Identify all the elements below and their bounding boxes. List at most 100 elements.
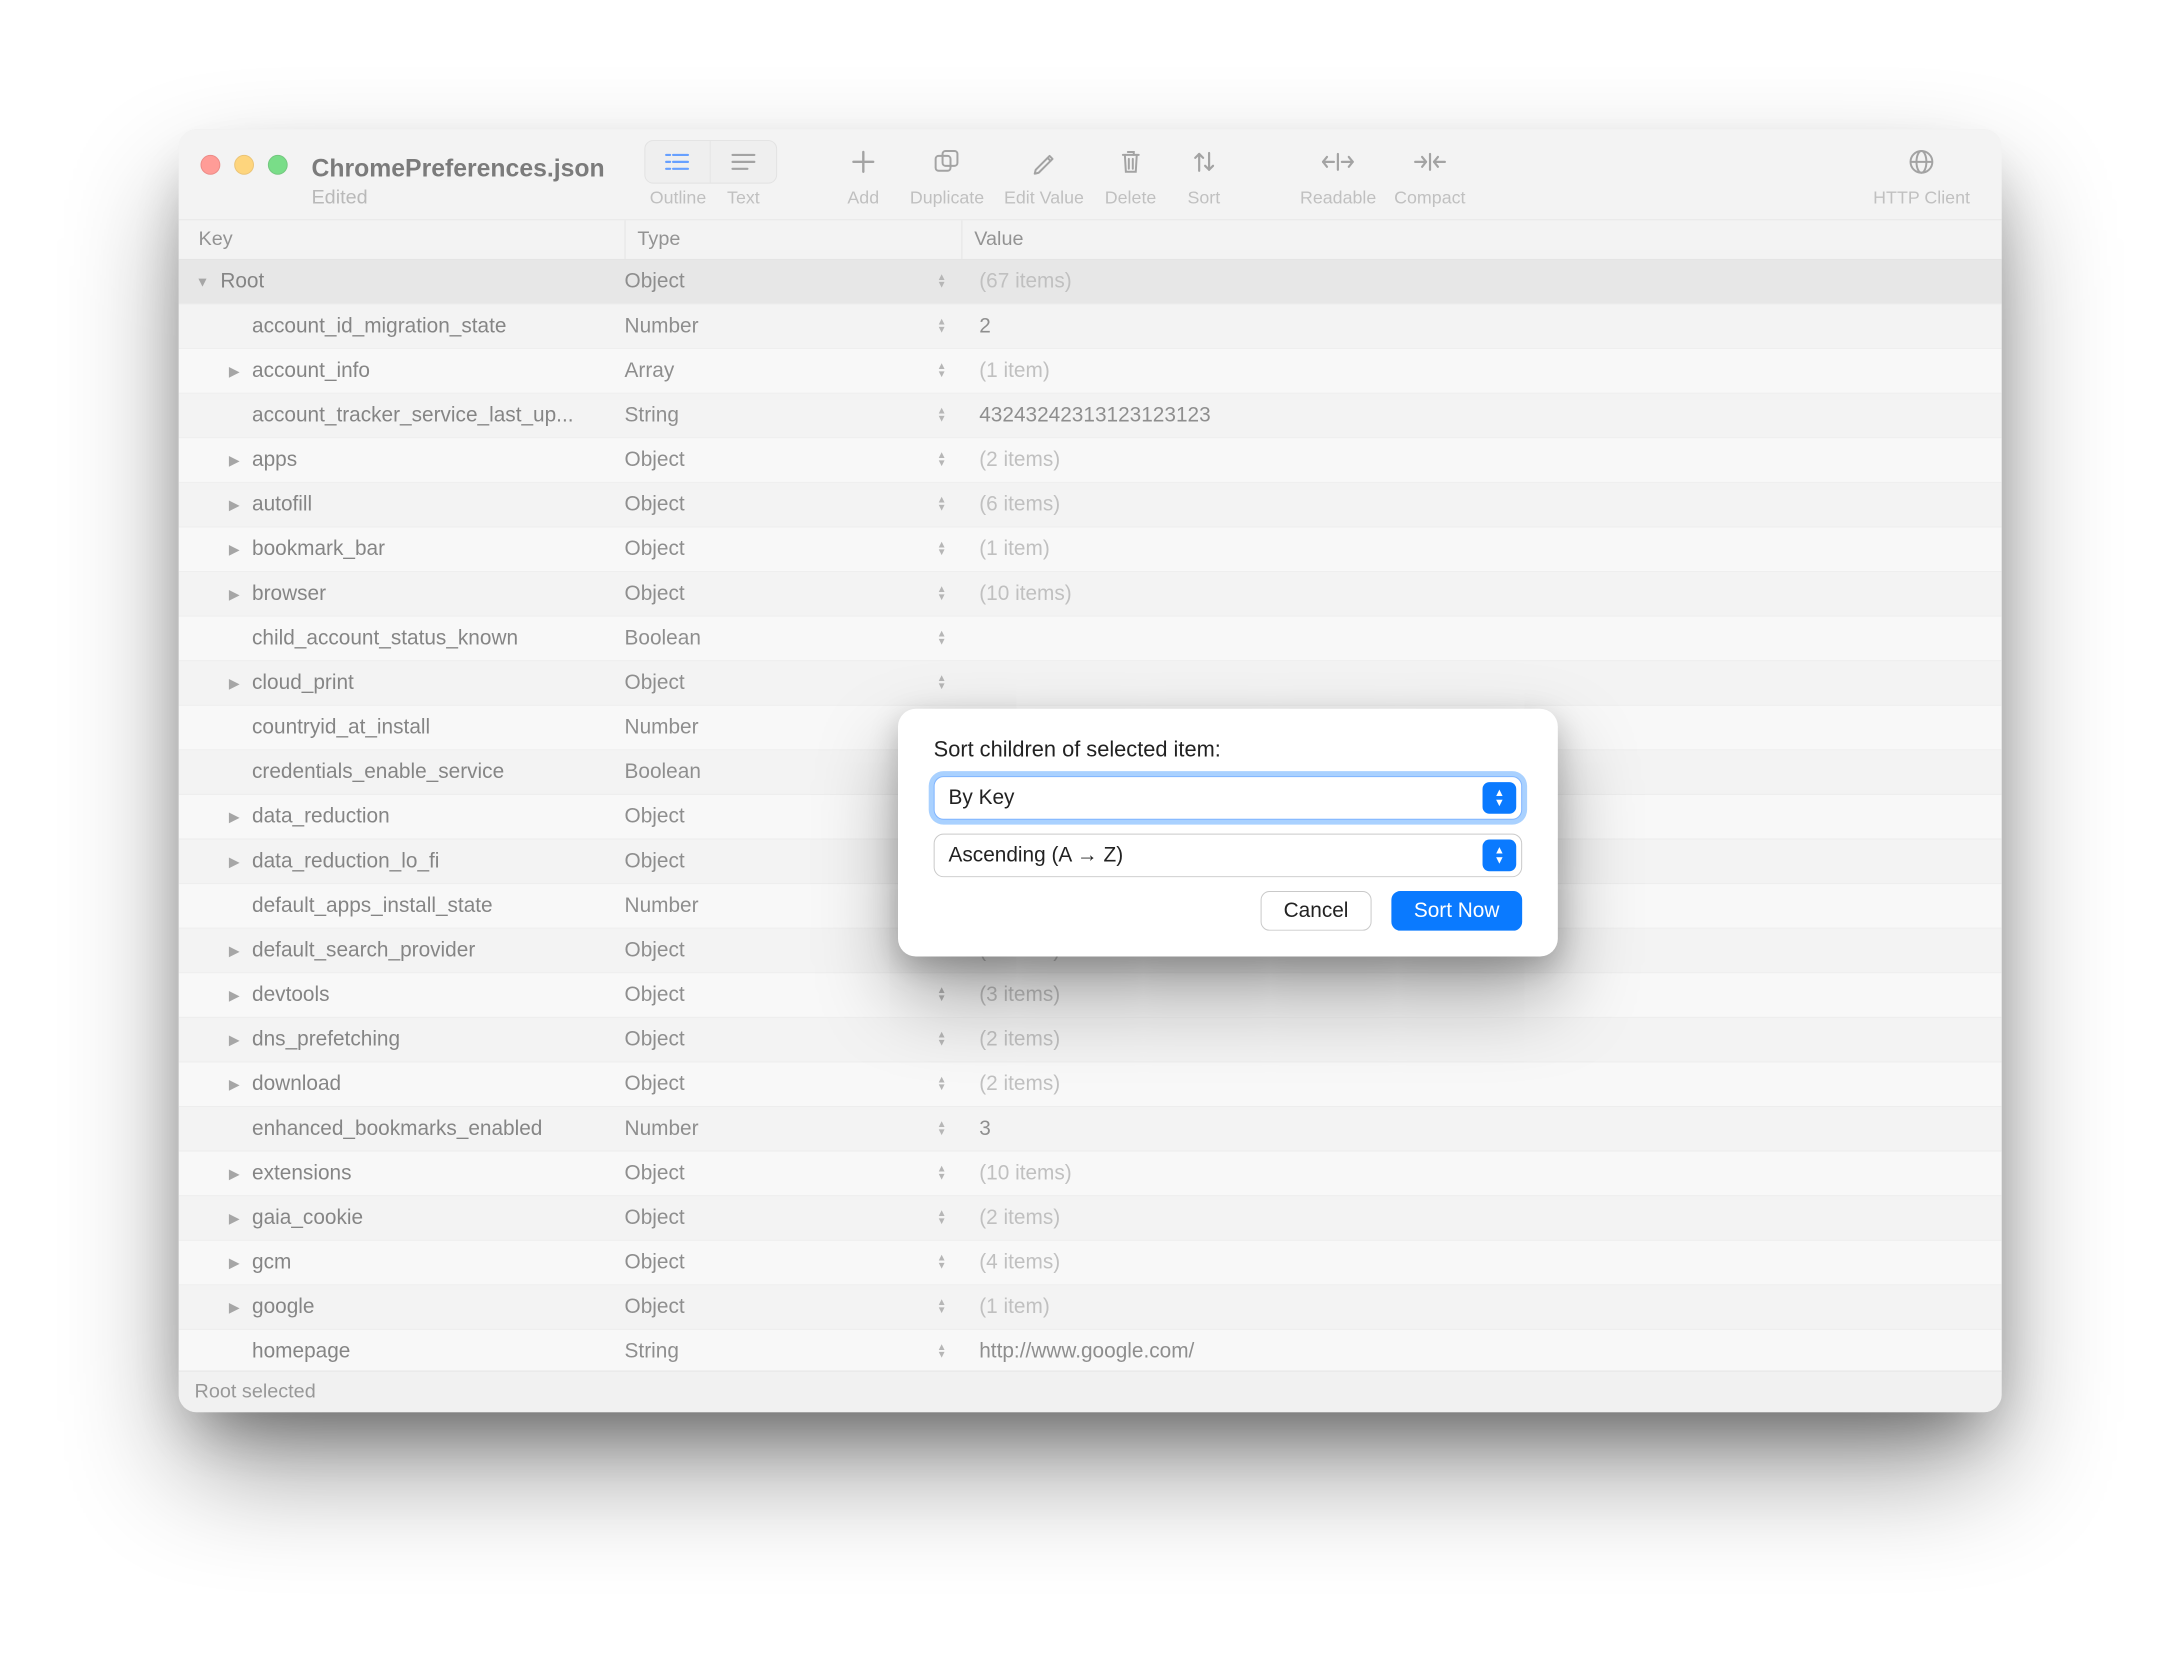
type-stepper-icon[interactable]: ▲▼ xyxy=(937,675,944,691)
chevron-right-icon[interactable]: ▶ xyxy=(222,853,246,870)
chevron-right-icon[interactable]: ▶ xyxy=(222,452,246,469)
http-client-button[interactable]: HTTP Client xyxy=(1873,140,1970,208)
plus-icon xyxy=(850,149,876,175)
table-row[interactable]: homepageString▲▼http://www.google.com/ xyxy=(179,1330,2002,1375)
row-type: Number xyxy=(625,1117,699,1141)
chevron-down-icon[interactable]: ▼ xyxy=(191,274,215,290)
delete-button[interactable]: Delete xyxy=(1104,140,1158,208)
type-stepper-icon[interactable]: ▲▼ xyxy=(937,1076,944,1092)
row-key: enhanced_bookmarks_enabled xyxy=(252,1117,542,1141)
select-stepper-icon: ▲▼ xyxy=(1483,782,1517,814)
duplicate-button[interactable]: Duplicate xyxy=(910,140,984,208)
row-value: (4 items) xyxy=(979,1251,1060,1274)
column-header-value[interactable]: Value xyxy=(961,220,2001,259)
table-row[interactable]: account_tracker_service_last_up...String… xyxy=(179,394,2002,439)
chevron-right-icon[interactable]: ▶ xyxy=(222,1165,246,1182)
column-header-key[interactable]: Key xyxy=(199,228,625,251)
sort-by-value: By Key xyxy=(949,786,1015,810)
table-row[interactable]: account_id_migration_stateNumber▲▼2 xyxy=(179,305,2002,350)
type-stepper-icon[interactable]: ▲▼ xyxy=(937,1121,944,1137)
type-stepper-icon[interactable]: ▲▼ xyxy=(937,318,944,334)
chevron-right-icon[interactable]: ▶ xyxy=(222,942,246,959)
table-row[interactable]: ▶browserObject▲▼(10 items) xyxy=(179,572,2002,617)
row-value: (2 items) xyxy=(979,1206,1060,1229)
table-row[interactable]: ▶devtoolsObject▲▼(3 items) xyxy=(179,973,2002,1018)
type-stepper-icon[interactable]: ▲▼ xyxy=(937,408,944,424)
type-stepper-icon[interactable]: ▲▼ xyxy=(937,987,944,1003)
sort-by-select[interactable]: By Key ▲▼ xyxy=(934,776,1523,820)
table-row[interactable]: child_account_status_knownBoolean▲▼ xyxy=(179,617,2002,662)
type-stepper-icon[interactable]: ▲▼ xyxy=(937,497,944,513)
table-row[interactable]: ▼RootObject▲▼(67 items) xyxy=(179,260,2002,305)
row-key: autofill xyxy=(252,493,312,517)
table-row[interactable]: ▶gcmObject▲▼(4 items) xyxy=(179,1241,2002,1286)
table-row[interactable]: ▶account_infoArray▲▼(1 item) xyxy=(179,349,2002,394)
edit-value-button[interactable]: Edit Value xyxy=(1004,140,1084,208)
row-key: google xyxy=(252,1295,314,1319)
type-stepper-icon[interactable]: ▲▼ xyxy=(937,1255,944,1271)
table-row[interactable]: ▶dns_prefetchingObject▲▼(2 items) xyxy=(179,1018,2002,1063)
chevron-right-icon[interactable]: ▶ xyxy=(222,808,246,825)
table-row[interactable]: enhanced_bookmarks_enabledNumber▲▼3 xyxy=(179,1107,2002,1152)
table-row[interactable]: ▶autofillObject▲▼(6 items) xyxy=(179,483,2002,528)
row-value: (2 items) xyxy=(979,1028,1060,1051)
sort-order-select[interactable]: Ascending (A → Z) ▲▼ xyxy=(934,834,1523,878)
outline-mode-button[interactable] xyxy=(645,141,710,183)
row-value: (1 item) xyxy=(979,537,1050,560)
row-key: account_tracker_service_last_up... xyxy=(252,404,574,428)
row-type: Object xyxy=(625,1028,685,1052)
row-key: credentials_enable_service xyxy=(252,760,504,784)
minimize-window-button[interactable] xyxy=(234,155,254,175)
chevron-right-icon[interactable]: ▶ xyxy=(222,496,246,513)
add-button[interactable]: Add xyxy=(837,140,891,208)
type-stepper-icon[interactable]: ▲▼ xyxy=(937,1299,944,1315)
chevron-right-icon[interactable]: ▶ xyxy=(222,1254,246,1271)
table-row[interactable]: ▶appsObject▲▼(2 items) xyxy=(179,438,2002,483)
cancel-button[interactable]: Cancel xyxy=(1261,891,1371,931)
type-stepper-icon[interactable]: ▲▼ xyxy=(937,541,944,557)
zoom-window-button[interactable] xyxy=(268,155,288,175)
type-stepper-icon[interactable]: ▲▼ xyxy=(937,1344,944,1360)
text-mode-button[interactable] xyxy=(711,141,776,183)
table-row[interactable]: ▶googleObject▲▼(1 item) xyxy=(179,1285,2002,1330)
type-stepper-icon[interactable]: ▲▼ xyxy=(937,1032,944,1048)
chevron-right-icon[interactable]: ▶ xyxy=(222,1031,246,1048)
type-stepper-icon[interactable]: ▲▼ xyxy=(937,1165,944,1181)
type-stepper-icon[interactable]: ▲▼ xyxy=(937,586,944,602)
type-stepper-icon[interactable]: ▲▼ xyxy=(937,1210,944,1226)
chevron-right-icon[interactable]: ▶ xyxy=(222,987,246,1004)
chevron-right-icon[interactable]: ▶ xyxy=(222,1210,246,1227)
chevron-right-icon[interactable]: ▶ xyxy=(222,675,246,692)
chevron-right-icon[interactable]: ▶ xyxy=(222,585,246,602)
table-row[interactable]: ▶extensionsObject▲▼(10 items) xyxy=(179,1152,2002,1197)
sort-now-button[interactable]: Sort Now xyxy=(1391,891,1522,931)
sort-button[interactable]: Sort xyxy=(1177,140,1231,208)
close-window-button[interactable] xyxy=(201,155,221,175)
type-stepper-icon[interactable]: ▲▼ xyxy=(937,630,944,646)
app-window: ChromePreferences.json Edited Ou xyxy=(179,129,2002,1412)
table-row[interactable]: ▶cloud_printObject▲▼ xyxy=(179,661,2002,706)
chevron-right-icon[interactable]: ▶ xyxy=(222,541,246,558)
chevron-right-icon[interactable]: ▶ xyxy=(222,1076,246,1093)
row-value: (6 items) xyxy=(979,493,1060,516)
compact-button[interactable]: Compact xyxy=(1394,140,1465,208)
column-header-type[interactable]: Type xyxy=(625,220,962,259)
table-row[interactable]: ▶gaia_cookieObject▲▼(2 items) xyxy=(179,1196,2002,1241)
chevron-right-icon[interactable]: ▶ xyxy=(222,1299,246,1316)
type-stepper-icon[interactable]: ▲▼ xyxy=(937,363,944,379)
row-type: Number xyxy=(625,314,699,338)
row-value: 43243242313123123123 xyxy=(979,404,1210,427)
readable-button[interactable]: Readable xyxy=(1300,140,1376,208)
row-type: Object xyxy=(625,582,685,606)
type-stepper-icon[interactable]: ▲▼ xyxy=(937,274,944,290)
table-row[interactable]: ▶downloadObject▲▼(2 items) xyxy=(179,1062,2002,1107)
view-mode-group: Outline Text xyxy=(644,140,777,208)
duplicate-icon xyxy=(933,149,961,175)
table-row[interactable]: ▶bookmark_barObject▲▼(1 item) xyxy=(179,527,2002,572)
row-key: devtools xyxy=(252,983,329,1007)
traffic-lights xyxy=(201,129,288,175)
outline-label: Outline xyxy=(645,188,710,209)
chevron-right-icon[interactable]: ▶ xyxy=(222,362,246,379)
type-stepper-icon[interactable]: ▲▼ xyxy=(937,452,944,468)
row-type: Object xyxy=(625,939,685,963)
